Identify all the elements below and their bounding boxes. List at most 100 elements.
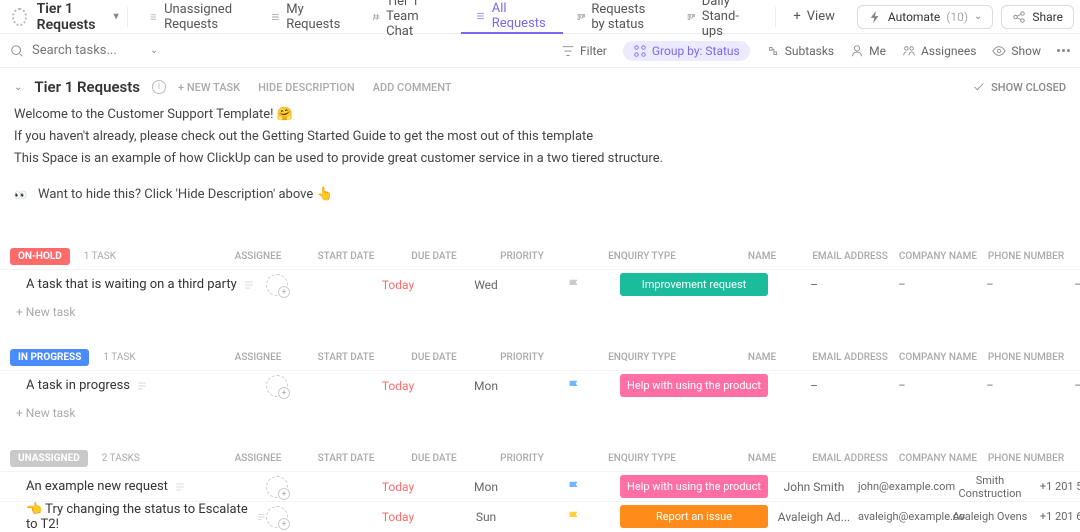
automate-button[interactable]: Automate(10) ⌄ bbox=[857, 5, 994, 29]
name-cell[interactable]: – bbox=[770, 278, 858, 292]
name-cell[interactable]: Avaleigh Ad... bbox=[770, 510, 858, 524]
company-cell[interactable]: Smith Construction bbox=[946, 474, 1034, 500]
col-priority: PRIORITY bbox=[478, 352, 566, 363]
col-name: NAME bbox=[718, 251, 806, 262]
edit-icon[interactable] bbox=[174, 481, 186, 493]
company-cell[interactable]: – bbox=[946, 379, 1034, 392]
enquiry-cell[interactable]: Help with using the product bbox=[618, 475, 770, 498]
me-button[interactable]: Me bbox=[850, 44, 886, 58]
task-row[interactable]: A task that is waiting on a third party … bbox=[0, 269, 1080, 299]
due-date-cell[interactable]: Sun bbox=[442, 510, 530, 524]
task-name[interactable]: A task in progress bbox=[26, 378, 266, 393]
tab-all-requests[interactable]: All Requests bbox=[461, 0, 563, 34]
task-name[interactable]: A task that is waiting on a third party bbox=[26, 277, 266, 292]
priority-cell[interactable] bbox=[530, 379, 618, 393]
priority-flag-icon[interactable] bbox=[567, 278, 581, 292]
col-phone: PHONE NUMBER bbox=[982, 352, 1070, 363]
search-input[interactable] bbox=[32, 43, 142, 58]
list-icon bbox=[475, 9, 486, 23]
enquiry-cell[interactable]: Improvement request bbox=[618, 273, 770, 296]
phone-cell[interactable]: – bbox=[1034, 278, 1080, 291]
due-date-cell[interactable]: Mon bbox=[442, 480, 530, 494]
col-email: EMAIL ADDRESS bbox=[806, 453, 894, 464]
due-date-cell[interactable]: Wed bbox=[442, 278, 530, 292]
edit-icon[interactable] bbox=[136, 380, 148, 392]
assignee-cell[interactable] bbox=[266, 506, 354, 528]
company-cell[interactable]: – bbox=[946, 278, 1034, 291]
task-name[interactable]: An example new request bbox=[26, 479, 266, 494]
col-start: START DATE bbox=[302, 251, 390, 262]
task-row[interactable]: A task in progress Today Mon Help with u… bbox=[0, 370, 1080, 400]
add-assignee-icon[interactable] bbox=[266, 506, 288, 528]
enquiry-cell[interactable]: Help with using the product bbox=[618, 374, 770, 397]
phone-cell[interactable]: +1 201 666 666 bbox=[1034, 510, 1080, 523]
email-cell[interactable]: – bbox=[858, 379, 946, 392]
priority-cell[interactable] bbox=[530, 480, 618, 494]
enquiry-cell[interactable]: Report an issue bbox=[618, 505, 770, 528]
hide-description-link[interactable]: HIDE DESCRIPTION bbox=[258, 81, 355, 94]
status-pill[interactable]: ON-HOLD bbox=[10, 248, 70, 265]
add-comment-link[interactable]: ADD COMMENT bbox=[373, 81, 452, 94]
add-view-button[interactable]: +View bbox=[779, 0, 849, 34]
priority-cell[interactable] bbox=[530, 278, 618, 292]
phone-cell[interactable]: – bbox=[1034, 379, 1080, 392]
priority-flag-icon[interactable] bbox=[567, 510, 581, 524]
start-date-cell[interactable]: Today bbox=[354, 480, 442, 494]
tab-standups[interactable]: Daily Stand-ups bbox=[673, 0, 771, 34]
company-cell[interactable]: Avaleigh Ovens bbox=[946, 510, 1034, 523]
assignee-cell[interactable] bbox=[266, 476, 354, 498]
share-icon bbox=[1012, 10, 1026, 24]
email-cell[interactable]: avaleigh@example.co bbox=[858, 510, 946, 523]
filter-button[interactable]: Filter bbox=[561, 44, 607, 58]
task-name[interactable]: 👈 Try changing the status to Escalate to… bbox=[26, 502, 266, 532]
hash-icon bbox=[372, 10, 381, 24]
priority-flag-icon[interactable] bbox=[567, 480, 581, 494]
assignees-button[interactable]: Assignees bbox=[902, 44, 976, 58]
group-icon bbox=[633, 44, 647, 58]
add-assignee-icon[interactable] bbox=[266, 274, 288, 296]
space-icon bbox=[12, 8, 27, 26]
group-by-chip[interactable]: Group by: Status bbox=[623, 41, 750, 61]
new-task-link[interactable]: + NEW TASK bbox=[178, 81, 240, 94]
start-date-cell[interactable]: Today bbox=[354, 510, 442, 524]
svg-text:👀: 👀 bbox=[14, 189, 27, 202]
name-cell[interactable]: John Smith bbox=[770, 480, 858, 494]
add-assignee-icon[interactable] bbox=[266, 375, 288, 397]
start-date-cell[interactable]: Today bbox=[354, 379, 442, 393]
name-cell[interactable]: – bbox=[770, 379, 858, 393]
phone-cell[interactable]: +1 201 555 555 bbox=[1034, 480, 1080, 493]
subtasks-button[interactable]: Subtasks bbox=[766, 44, 834, 58]
tab-unassigned[interactable]: Unassigned Requests bbox=[135, 0, 255, 34]
new-task-button[interactable]: + New task bbox=[0, 400, 1080, 426]
col-due: DUE DATE bbox=[390, 352, 478, 363]
tab-team-chat[interactable]: Tier 1 Team Chat bbox=[358, 0, 461, 34]
task-row[interactable]: 👈 Try changing the status to Escalate to… bbox=[0, 501, 1080, 531]
space-title[interactable]: Tier 1 Requests▾ bbox=[37, 1, 119, 33]
show-closed-toggle[interactable]: SHOW CLOSED bbox=[972, 80, 1066, 94]
start-date-cell[interactable]: Today bbox=[354, 278, 442, 292]
assignee-cell[interactable] bbox=[266, 375, 354, 397]
new-task-button[interactable]: + New task bbox=[0, 299, 1080, 325]
search-input-wrapper[interactable]: ⌄ bbox=[10, 43, 170, 58]
email-cell[interactable]: – bbox=[858, 278, 946, 291]
assignee-cell[interactable] bbox=[266, 274, 354, 296]
add-assignee-icon[interactable] bbox=[266, 476, 288, 498]
info-icon[interactable]: i bbox=[152, 80, 166, 94]
priority-flag-icon[interactable] bbox=[567, 379, 581, 393]
show-button[interactable]: Show bbox=[992, 44, 1041, 58]
edit-icon[interactable] bbox=[256, 511, 266, 523]
task-row[interactable]: An example new request Today Mon Help wi… bbox=[0, 471, 1080, 501]
more-menu[interactable] bbox=[1057, 49, 1070, 52]
chevron-down-icon: ▾ bbox=[114, 11, 119, 22]
collapse-icon[interactable]: ⌄ bbox=[14, 82, 22, 93]
share-button[interactable]: Share bbox=[1001, 5, 1074, 29]
edit-icon[interactable] bbox=[243, 279, 255, 291]
email-cell[interactable]: john@example.com bbox=[858, 480, 946, 493]
tab-by-status[interactable]: Requests by status bbox=[563, 0, 674, 34]
due-date-cell[interactable]: Mon bbox=[442, 379, 530, 393]
chevron-down-icon[interactable]: ⌄ bbox=[150, 45, 158, 56]
priority-cell[interactable] bbox=[530, 510, 618, 524]
status-pill[interactable]: IN PROGRESS bbox=[10, 349, 89, 366]
status-pill[interactable]: UNASSIGNED bbox=[10, 450, 88, 467]
tab-my-requests[interactable]: My Requests bbox=[256, 0, 358, 34]
